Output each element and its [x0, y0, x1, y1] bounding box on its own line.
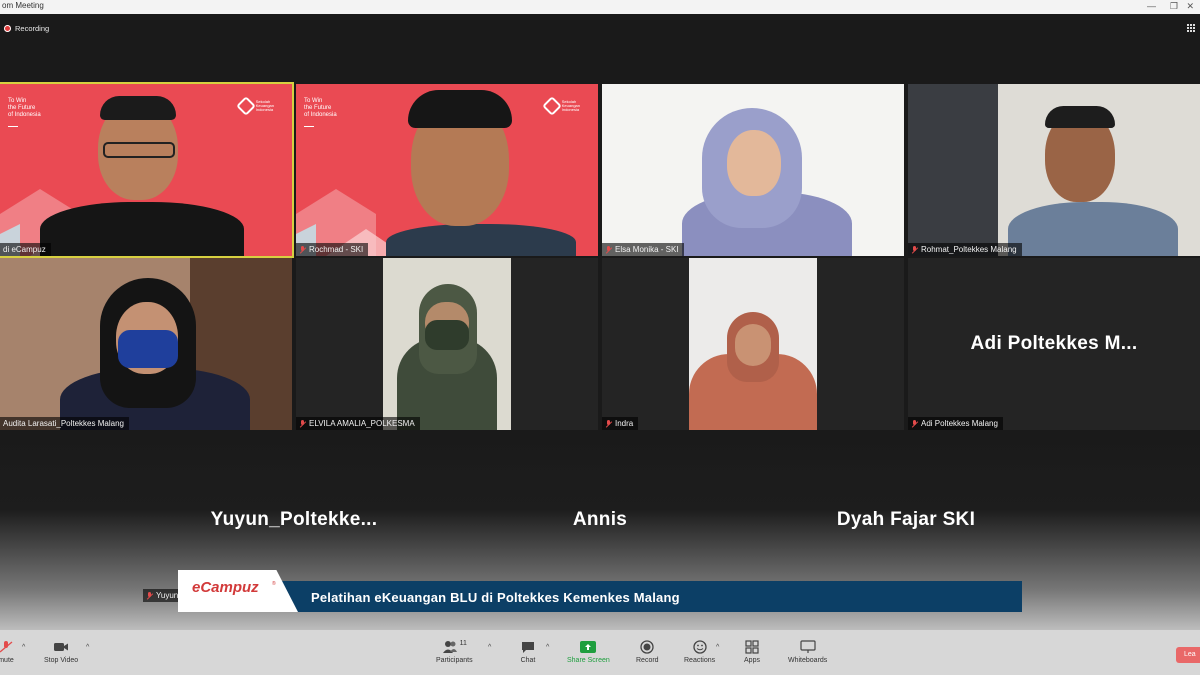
whiteboard-icon: [800, 640, 816, 653]
participant-name: ELVILA AMALIA_POLKESMA: [309, 419, 415, 428]
ecampuz-logo-text: eCampuz: [192, 579, 259, 596]
portrait-video: [689, 258, 817, 430]
participant-nametag: Adi Poltekkes Malang: [908, 417, 1003, 430]
participant-name: Adi Poltekkes Malang: [921, 419, 998, 428]
video-camera-icon: [54, 643, 69, 651]
registered-mark: ®: [272, 581, 276, 587]
chevron-up-icon[interactable]: ^: [488, 644, 491, 651]
close-icon[interactable]: ✕: [1186, 0, 1194, 13]
record-button[interactable]: Record: [636, 640, 659, 664]
apps-label: Apps: [744, 657, 760, 664]
stop-video-label: Stop Video: [44, 657, 79, 664]
video-tile-adi-poltekkes[interactable]: Adi Poltekkes M... Adi Poltekkes Malang: [908, 258, 1200, 430]
record-icon: [640, 640, 654, 654]
slide-tagline: To Win the Future of Indonesia: [8, 98, 41, 118]
minimize-icon[interactable]: —: [1147, 0, 1156, 13]
portrait-video: [383, 258, 511, 430]
reactions-label: Reactions: [684, 657, 716, 664]
stop-video-button[interactable]: Stop Video: [44, 640, 78, 664]
recording-label: Recording: [15, 24, 50, 33]
recording-icon: [4, 25, 11, 32]
video-tile-di-ecampuz[interactable]: To Win the Future of Indonesia Sekolah K…: [0, 82, 294, 258]
chevron-up-icon[interactable]: ^: [716, 644, 719, 651]
reactions-button[interactable]: Reactions: [684, 640, 715, 664]
participant-nametag: Rochmad - SKI: [296, 243, 369, 256]
participant-nametag: Indra: [602, 417, 639, 430]
chat-bubble-icon: [522, 642, 534, 653]
participant-name: di eCampuz: [3, 245, 46, 254]
muted-mic-icon: [299, 419, 306, 428]
participants-icon-group: 11: [442, 640, 467, 654]
participant-name: Rohmat_Poltekkes Malang: [921, 245, 1017, 254]
chevron-up-icon[interactable]: ^: [86, 644, 89, 651]
ski-logo-text: Sekolah Keuangan Indonesia: [255, 99, 274, 112]
participant-display-name: Adi Poltekkes M...: [970, 333, 1138, 354]
share-screen-label: Share Screen: [567, 657, 610, 664]
record-label: Record: [636, 657, 659, 664]
participant-nametag: di eCampuz: [0, 243, 51, 256]
participant-name: Rochmad - SKI: [309, 245, 364, 254]
participants-button[interactable]: 11 Participants: [436, 640, 473, 664]
ski-logo: Sekolah Keuangan Indonesia: [541, 96, 580, 116]
ski-logo-icon: [541, 96, 562, 116]
unmute-button[interactable]: mute: [0, 640, 14, 664]
smiley-icon: [692, 640, 707, 654]
muted-mic-icon: [146, 591, 153, 600]
share-screen-icon: [580, 641, 597, 653]
meeting-toolbar: mute ^ Stop Video ^ 11 Participants ^ Ch…: [0, 630, 1200, 675]
whiteboards-label: Whiteboards: [788, 657, 828, 664]
video-tile-indra[interactable]: Indra: [602, 258, 904, 430]
ski-logo-text: Sekolah Keuangan Indonesia: [561, 99, 580, 112]
participants-label: Participants: [436, 657, 473, 664]
video-tile-elsa-monika[interactable]: Elsa Monika - SKI: [602, 84, 904, 256]
share-screen-button[interactable]: Share Screen: [567, 640, 610, 664]
background-cabinet: [908, 84, 998, 256]
video-tile-rohmat[interactable]: Rohmat_Poltekkes Malang: [908, 84, 1200, 256]
recording-indicator[interactable]: Recording: [4, 24, 49, 33]
participant-nametag: Rohmat_Poltekkes Malang: [908, 243, 1022, 256]
muted-mic-icon: [605, 245, 612, 254]
muted-mic-icon: [299, 245, 306, 254]
participant-name: Yuyun: [156, 591, 179, 600]
unmute-label: mute: [0, 657, 14, 664]
slide-divider: [304, 126, 314, 127]
maximize-icon[interactable]: ❐: [1170, 0, 1178, 13]
ski-logo: Sekolah Keuangan Indonesia: [235, 96, 274, 116]
participant-name: Indra: [615, 419, 634, 428]
chat-label: Chat: [520, 657, 536, 664]
apps-button[interactable]: Apps: [744, 640, 760, 664]
window-titlebar: om Meeting — ❐ ✕: [0, 0, 1200, 14]
slide-tagline: To Win the Future of Indonesia: [304, 98, 337, 118]
leave-button[interactable]: Lea: [1176, 647, 1200, 663]
participant-display-name: Annis: [572, 509, 628, 530]
muted-mic-icon: [911, 245, 918, 254]
muted-mic-icon: [911, 419, 918, 428]
participants-count: 11: [459, 640, 467, 647]
participant-name: Audita Larasati_Poltekkes Malang: [3, 419, 124, 428]
apps-icon: [745, 640, 759, 654]
video-tile-rochmad[interactable]: To Win the Future of Indonesia Sekolah K…: [296, 84, 598, 256]
participant-name: Elsa Monika - SKI: [615, 245, 679, 254]
whiteboards-button[interactable]: Whiteboards: [788, 640, 827, 664]
banner-title: Pelatihan eKeuangan BLU di Poltekkes Kem…: [311, 590, 680, 605]
chevron-up-icon[interactable]: ^: [546, 644, 549, 651]
ski-logo-icon: [235, 96, 256, 116]
video-tile-audita-larasati[interactable]: Audita Larasati_Poltekkes Malang: [0, 258, 292, 430]
participant-display-name: Dyah Fajar SKI: [836, 509, 976, 530]
view-grid-icon[interactable]: [1187, 24, 1195, 32]
participant-display-name: Yuyun_Poltekke...: [210, 509, 378, 530]
chevron-up-icon[interactable]: ^: [22, 644, 25, 651]
participant-nametag: Audita Larasati_Poltekkes Malang: [0, 417, 129, 430]
participant-nametag: ELVILA AMALIA_POLKESMA: [296, 417, 420, 430]
participant-nametag: Elsa Monika - SKI: [602, 243, 684, 256]
meeting-topbar: Recording: [0, 14, 1200, 40]
muted-mic-icon: [0, 641, 13, 653]
window-title: om Meeting: [2, 1, 44, 10]
slide-divider: [8, 126, 18, 127]
participants-icon: [442, 641, 457, 653]
lower-third-banner: eCampuz ® Pelatihan eKeuangan BLU di Pol…: [178, 570, 1022, 612]
video-tile-elvila-amalia[interactable]: ELVILA AMALIA_POLKESMA: [296, 258, 598, 430]
muted-mic-icon: [605, 419, 612, 428]
chat-button[interactable]: Chat: [520, 640, 536, 664]
